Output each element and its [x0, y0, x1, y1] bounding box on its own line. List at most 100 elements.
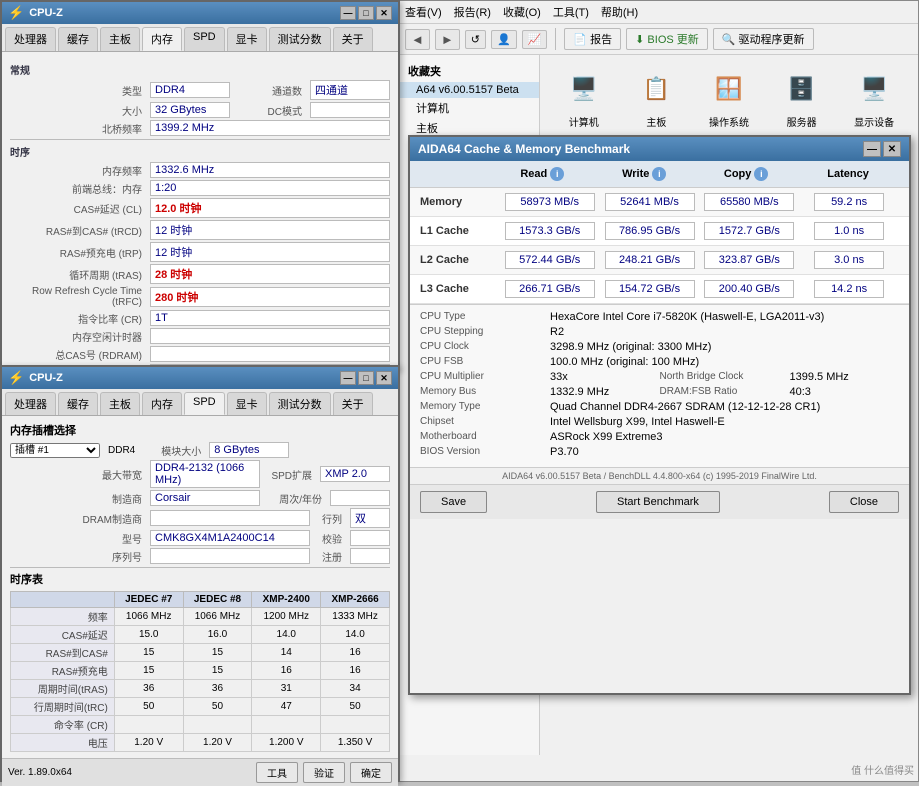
menu-help[interactable]: 帮助(H) [601, 4, 638, 20]
timing-row-label: RAS#预充电 [11, 662, 115, 680]
bench-action-buttons: Save Start Benchmark Close [410, 484, 909, 519]
timing-cell: 15.0 [114, 626, 183, 644]
bench-col-latency: Latency [797, 167, 899, 181]
quick-icon-computer[interactable]: 🖥️ 计算机 [555, 68, 613, 129]
cpuz2-minimize[interactable]: — [340, 371, 356, 385]
forward-button[interactable]: ► [435, 29, 460, 50]
bench-latency-value: 59.2 ns [814, 193, 884, 211]
module-type-label: DDR4 [108, 445, 135, 456]
timing-cell: 50 [321, 698, 390, 716]
timing-table-title: 时序表 [10, 571, 390, 587]
bench-read-value: 1573.3 GB/s [505, 222, 595, 240]
cpuz1-maximize[interactable]: □ [358, 6, 374, 20]
driver-update-button[interactable]: 🔍 驱动程序更新 [713, 28, 814, 50]
back-button[interactable]: ◄ [405, 29, 430, 50]
freq-label: 内存频率 [10, 163, 150, 178]
tab2-spd[interactable]: SPD [184, 392, 225, 415]
bench-latency-cell: 1.0 ns [799, 222, 899, 240]
quick-icon-server[interactable]: 🗄️ 服务器 [773, 68, 831, 129]
bench-info-value: R2 [550, 326, 899, 338]
tab-processor[interactable]: 处理器 [5, 27, 56, 51]
bios-update-button[interactable]: ⬇ BIOS 更新 [626, 28, 708, 50]
menu-report[interactable]: 报告(R) [454, 4, 491, 20]
bench-data-row: Memory58973 MB/s52641 MB/s65580 MB/s59.2… [410, 188, 909, 217]
validate-button[interactable]: 验证 [303, 762, 345, 783]
refresh-label: 内存空闲计时器 [10, 329, 150, 344]
tab2-cache[interactable]: 缓存 [58, 392, 98, 415]
display-icon: 🖥️ [853, 68, 895, 110]
read-info-icon[interactable]: i [550, 167, 564, 181]
cpuz2-maximize[interactable]: □ [358, 371, 374, 385]
tab2-about[interactable]: 关于 [333, 392, 373, 415]
tab-spd[interactable]: SPD [184, 27, 225, 51]
slot-select-row: 插槽 #1 DDR4 模块大小 8 GBytes [10, 442, 390, 458]
write-info-icon[interactable]: i [652, 167, 666, 181]
bench-info-label: North Bridge Clock [660, 371, 790, 383]
refresh-button[interactable]: ↺ [465, 30, 486, 49]
sidebar-item-beta[interactable]: A64 v6.00.5157 Beta [400, 82, 539, 98]
menu-favorites[interactable]: 收藏(O) [503, 4, 541, 20]
cpuz1-minimize[interactable]: — [340, 6, 356, 20]
quick-icon-os[interactable]: 🪟 操作系统 [700, 68, 758, 129]
cpuz2-titlebar: ⚡ CPU-Z — □ ✕ [2, 367, 398, 389]
bios-label: BIOS 更新 [647, 34, 698, 46]
tab-graphics[interactable]: 显卡 [227, 27, 267, 51]
nb-label: 北桥频率 [10, 121, 150, 136]
bench-minimize[interactable]: — [863, 141, 881, 157]
quick-icon-display[interactable]: 🖥️ 显示设备 [845, 68, 903, 129]
save-button[interactable]: Save [420, 491, 487, 513]
bench-info-row: ChipsetIntel Wellsburg X99, Intel Haswel… [420, 416, 899, 428]
rfc-value: 280 时钟 [150, 287, 390, 307]
type-row: 类型 DDR4 通道数 四通道 [10, 80, 390, 100]
ok-button[interactable]: 确定 [350, 762, 392, 783]
channels-value: 四通道 [310, 80, 390, 100]
bench-close[interactable]: ✕ [883, 141, 901, 157]
tab-cache[interactable]: 缓存 [58, 27, 98, 51]
report-button[interactable]: 📄 报告 [564, 28, 621, 50]
tab2-bench[interactable]: 测试分数 [269, 392, 331, 415]
menu-view[interactable]: 查看(V) [405, 4, 442, 20]
bench-col-name [420, 167, 491, 181]
size-value: 32 GBytes [150, 102, 230, 118]
sidebar-item-computer[interactable]: 计算机 [400, 98, 539, 118]
cpuz1-close[interactable]: ✕ [376, 6, 392, 20]
timing-cell: 14.0 [321, 626, 390, 644]
freq-value: 1332.6 MHz [150, 162, 390, 178]
trend-button[interactable]: 📈 [522, 30, 548, 49]
timing-cell [114, 716, 183, 734]
start-benchmark-button[interactable]: Start Benchmark [596, 491, 720, 513]
quick-icon-motherboard[interactable]: 📋 主板 [628, 68, 686, 129]
tools-button[interactable]: 工具 [256, 762, 298, 783]
tab2-memory[interactable]: 内存 [142, 392, 182, 415]
bench-info-label: CPU Stepping [420, 326, 550, 338]
timing-row-label: 电压 [11, 734, 115, 752]
size-row: 大小 32 GBytes DC模式 [10, 102, 390, 118]
part-row: 型号 CMK8GX4M1A2400C14 校验 [10, 530, 390, 546]
server-icon: 🗄️ [781, 68, 823, 110]
driver-icon: 🔍 [722, 34, 736, 46]
verify-label: 校验 [310, 531, 350, 546]
driver-label: 驱动程序更新 [739, 34, 805, 46]
tab-about[interactable]: 关于 [333, 27, 373, 51]
menu-tools[interactable]: 工具(T) [553, 4, 589, 20]
refresh-row: 内存空闲计时器 [10, 328, 390, 344]
close-button[interactable]: Close [829, 491, 899, 513]
tab-bench[interactable]: 测试分数 [269, 27, 331, 51]
tab-memory[interactable]: 内存 [142, 27, 182, 51]
cpuz2-title: CPU-Z [29, 372, 63, 384]
tab-mainboard[interactable]: 主板 [100, 27, 140, 51]
bench-copy-value: 323.87 GB/s [704, 251, 794, 269]
cpuz2-close[interactable]: ✕ [376, 371, 392, 385]
table-row: 命令率 (CR) [11, 716, 390, 734]
timing-cell: 1.350 V [321, 734, 390, 752]
copy-info-icon[interactable]: i [754, 167, 768, 181]
bench-write-value: 786.95 GB/s [605, 222, 695, 240]
tab2-mainboard[interactable]: 主板 [100, 392, 140, 415]
slot-select[interactable]: 插槽 #1 [10, 443, 100, 458]
user-button[interactable]: 👤 [491, 30, 517, 49]
computer-icon: 🖥️ [563, 68, 605, 110]
tab2-processor[interactable]: 处理器 [5, 392, 56, 415]
bench-read-value: 58973 MB/s [505, 193, 595, 211]
bench-info-row: CPU SteppingR2 [420, 326, 899, 338]
tab2-graphics[interactable]: 显卡 [227, 392, 267, 415]
